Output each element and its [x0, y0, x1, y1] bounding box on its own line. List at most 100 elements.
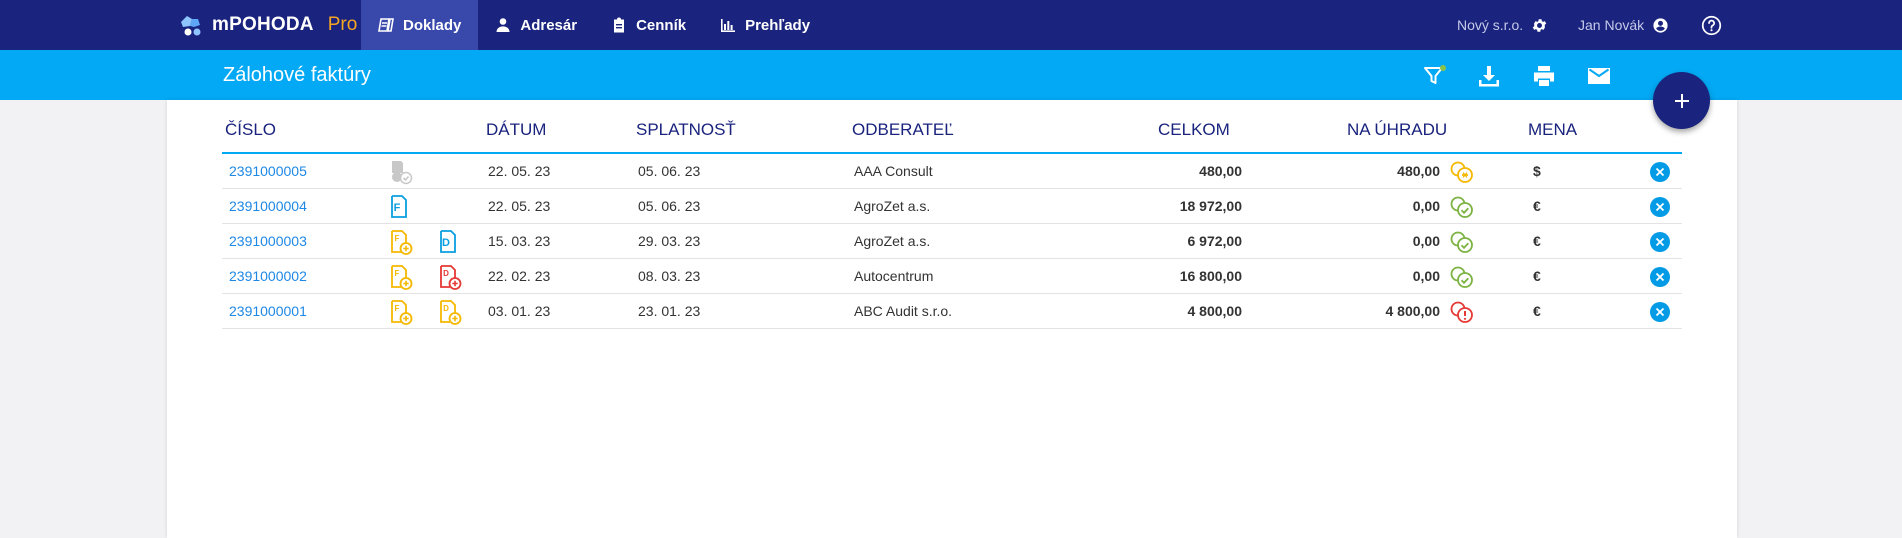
nav-item-cennik[interactable]: Cenník — [594, 0, 703, 50]
brand-name: mPOHODA — [212, 14, 314, 35]
account-circle-icon — [1653, 17, 1668, 33]
total-cell: 6 972,00 — [1187, 233, 1243, 249]
currency-cell: € — [1533, 233, 1541, 249]
cancel-invoice-button[interactable] — [1650, 197, 1670, 217]
header-customer[interactable]: ODBERATEĽ — [852, 120, 954, 140]
due-date-cell: 29. 03. 23 — [638, 233, 701, 249]
cancel-invoice-button[interactable] — [1650, 302, 1670, 322]
help-icon — [1701, 15, 1722, 35]
invoice-document-icon[interactable]: F — [389, 194, 413, 220]
date-cell: 22. 05. 23 — [488, 163, 551, 179]
cancel-invoice-button[interactable] — [1650, 267, 1670, 287]
payment-status-icon — [1449, 299, 1473, 325]
bar-chart-icon — [721, 19, 736, 32]
table-row[interactable]: 2391000005 22. 05. 23 05. 06. 23 AAA Con… — [222, 154, 1682, 189]
due-date-cell: 05. 06. 23 — [638, 198, 701, 214]
nav-item-adresar[interactable]: Adresár — [478, 0, 594, 50]
date-cell: 15. 03. 23 — [488, 233, 551, 249]
header-total[interactable]: CELKOM — [1158, 120, 1230, 140]
to-pay-cell: 4 800,00 — [1385, 303, 1441, 319]
invoice-number-link[interactable]: 2391000002 — [229, 259, 307, 294]
svg-text:F: F — [394, 202, 401, 214]
invoice-document-icon[interactable]: F — [389, 264, 413, 290]
payment-status-icon — [1449, 159, 1473, 185]
company-switcher[interactable]: Nový s.r.o. — [1457, 0, 1548, 50]
close-icon — [1655, 307, 1665, 317]
download-button[interactable] — [1475, 62, 1503, 90]
customer-cell: AgroZet a.s. — [854, 233, 931, 249]
download-icon — [1479, 66, 1499, 87]
close-icon — [1655, 237, 1665, 247]
currency-cell: € — [1533, 303, 1541, 319]
header-due[interactable]: SPLATNOSŤ — [636, 120, 736, 140]
email-button[interactable] — [1585, 62, 1613, 90]
svg-text:D: D — [443, 304, 449, 313]
header-number[interactable]: ČÍSLO — [225, 120, 276, 140]
nav-item-label: Cenník — [636, 16, 687, 34]
invoice-number-link[interactable]: 2391000003 — [229, 224, 307, 259]
close-icon — [1655, 167, 1665, 177]
to-pay-cell: 0,00 — [1412, 198, 1440, 214]
nav-item-label: Doklady — [403, 16, 462, 34]
help-button[interactable] — [1701, 0, 1722, 50]
total-cell: 16 800,00 — [1179, 268, 1242, 284]
gear-icon — [1532, 18, 1547, 32]
add-invoice-button[interactable] — [1653, 72, 1710, 129]
top-navigation-bar: mPOHODA Pro Doklady Adresár Cenník Prehľa… — [0, 0, 1902, 50]
due-date-cell: 08. 03. 23 — [638, 268, 701, 284]
mail-icon — [1588, 68, 1610, 84]
cancel-invoice-button[interactable] — [1650, 162, 1670, 182]
svg-text:F: F — [395, 304, 400, 313]
header-date[interactable]: DÁTUM — [486, 120, 546, 140]
table-header: ČÍSLO DÁTUM SPLATNOSŤ ODBERATEĽ CELKOM N… — [222, 100, 1682, 154]
invoice-number-link[interactable]: 2391000004 — [229, 189, 307, 224]
invoice-number-link[interactable]: 2391000005 — [229, 154, 307, 189]
svg-text:F: F — [395, 234, 400, 243]
invoice-number-link[interactable]: 2391000001 — [229, 294, 307, 329]
invoice-document-icon[interactable]: F — [389, 229, 413, 255]
cancel-invoice-button[interactable] — [1650, 232, 1670, 252]
header-currency[interactable]: MENA — [1528, 120, 1577, 140]
invoice-document-icon[interactable] — [389, 159, 413, 185]
invoice-document-icon[interactable]: F — [389, 299, 413, 325]
total-cell: 18 972,00 — [1179, 198, 1242, 214]
filter-icon — [1424, 65, 1446, 84]
linked-document-icon[interactable]: D — [438, 299, 462, 325]
nav-item-doklady[interactable]: Doklady — [361, 0, 479, 50]
date-cell: 22. 05. 23 — [488, 198, 551, 214]
close-icon — [1655, 202, 1665, 212]
plus-icon — [1674, 93, 1689, 108]
page-title: Zálohové faktúry — [223, 64, 371, 86]
currency-cell: € — [1533, 268, 1541, 284]
linked-document-icon[interactable]: D — [438, 264, 462, 290]
table-row[interactable]: 2391000001 F D 03. 01. 23 23. 01. 23 ABC… — [222, 294, 1682, 329]
customer-cell: AgroZet a.s. — [854, 198, 931, 214]
currency-cell: $ — [1533, 163, 1541, 179]
person-icon — [496, 18, 510, 32]
app-logo[interactable]: mPOHODA Pro — [180, 0, 357, 50]
documents-icon — [378, 18, 394, 32]
due-date-cell: 23. 01. 23 — [638, 303, 701, 319]
total-cell: 480,00 — [1199, 163, 1242, 179]
customer-cell: AAA Consult — [854, 163, 933, 179]
linked-document-icon[interactable]: D — [438, 229, 462, 255]
customer-cell: ABC Audit s.r.o. — [854, 303, 953, 319]
header-to-pay[interactable]: NA ÚHRADU — [1347, 120, 1447, 140]
table-row[interactable]: 2391000004 F 22. 05. 23 05. 06. 23 AgroZ… — [222, 189, 1682, 224]
customer-cell: Autocentrum — [854, 268, 934, 284]
payment-status-icon — [1449, 194, 1473, 220]
total-cell: 4 800,00 — [1187, 303, 1243, 319]
printer-icon — [1534, 66, 1554, 86]
page-header-bar: Zálohové faktúry — [0, 50, 1902, 100]
company-name: Nový s.r.o. — [1457, 17, 1524, 33]
payment-status-icon — [1449, 264, 1473, 290]
clipboard-icon — [614, 17, 625, 33]
filter-button[interactable] — [1421, 62, 1449, 90]
user-menu[interactable]: Jan Novák — [1578, 0, 1669, 50]
to-pay-cell: 480,00 — [1397, 163, 1440, 179]
table-row[interactable]: 2391000003 F D 15. 03. 23 29. 03. 23 Agr… — [222, 224, 1682, 259]
table-row[interactable]: 2391000002 F D 22. 02. 23 08. 03. 23 Aut… — [222, 259, 1682, 294]
due-date-cell: 05. 06. 23 — [638, 163, 701, 179]
print-button[interactable] — [1530, 62, 1558, 90]
nav-item-prehlady[interactable]: Prehľady — [703, 0, 827, 50]
